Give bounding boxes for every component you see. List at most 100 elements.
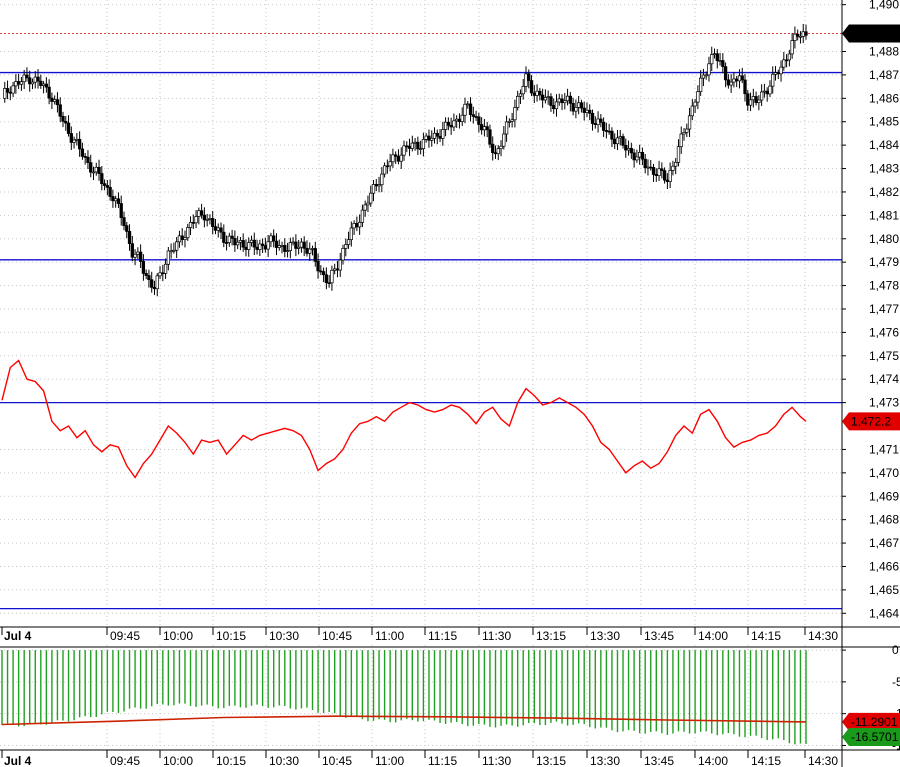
candle-body: [344, 244, 348, 249]
candle-body: [571, 103, 575, 112]
candle-body: [41, 83, 46, 86]
candle-body: [366, 202, 370, 206]
candle-body: [685, 128, 689, 133]
candle-body: [236, 241, 240, 246]
candle-body: [360, 209, 365, 223]
y-tick-label: 1,467: [869, 536, 899, 550]
candle-body: [357, 221, 362, 228]
candle-body: [773, 72, 778, 75]
candle-body: [64, 120, 68, 124]
candle-body: [618, 136, 622, 139]
candle-body: [244, 246, 248, 250]
candle-body: [704, 74, 708, 77]
candle-body: [757, 99, 761, 103]
candle-body: [449, 125, 453, 128]
candle-body: [418, 148, 423, 150]
candle-body: [479, 124, 484, 131]
candle-body: [399, 154, 403, 162]
candle-body: [50, 97, 54, 102]
candle-body: [499, 145, 503, 150]
candle-body: [698, 77, 703, 92]
candle-body: [743, 79, 747, 95]
candle-body: [491, 143, 495, 153]
y-tick-label: 1,478: [869, 279, 899, 293]
candle-body: [33, 76, 37, 83]
candle-body: [285, 250, 290, 252]
candle-body: [615, 137, 620, 145]
candle-body: [197, 210, 201, 217]
candle-body: [233, 238, 237, 246]
candle-body: [790, 40, 794, 55]
candle-body: [266, 241, 270, 250]
candle-body: [665, 179, 670, 182]
candle-body: [729, 81, 733, 86]
candle-body: [701, 74, 706, 79]
candle-body: [407, 145, 412, 149]
candle-body: [748, 99, 753, 106]
candle-body: [626, 148, 631, 151]
y-tick-label: 1,486: [869, 91, 899, 105]
x-tick-label: 11:00: [375, 754, 404, 767]
candle-body: [568, 95, 572, 104]
candle-body: [621, 136, 625, 146]
candle-body: [804, 31, 808, 36]
candle-body: [163, 263, 168, 274]
candle-body: [674, 162, 678, 167]
candle-body: [493, 152, 498, 155]
candle-body: [590, 112, 595, 124]
candle-body: [338, 259, 342, 271]
y-tick-label: 1,466: [869, 559, 899, 573]
candle-body: [721, 60, 725, 67]
candle-body: [294, 241, 298, 249]
candle-body: [468, 103, 473, 115]
candle-body: [413, 141, 417, 144]
ind-y-tick-label: 0: [892, 643, 899, 657]
candle-body: [732, 78, 736, 83]
x-tick-label: 11:30: [482, 754, 511, 767]
candle-body: [341, 248, 345, 261]
candle-body: [138, 251, 143, 262]
candle-body: [577, 102, 581, 108]
candle-body: [474, 116, 478, 118]
candle-body: [588, 109, 592, 114]
candle-body: [582, 107, 586, 113]
candle-body: [455, 118, 459, 122]
candle-body: [5, 88, 10, 93]
candle-body: [102, 183, 107, 186]
x-tick-label: 10:45: [322, 629, 352, 643]
candle-body: [119, 203, 123, 218]
candle-body: [8, 91, 12, 94]
candle-body: [466, 103, 470, 106]
candle-body: [593, 123, 597, 125]
candle-body: [596, 118, 600, 125]
candle-body: [199, 210, 204, 216]
candle-body: [421, 139, 426, 149]
candle-body: [377, 184, 381, 187]
x-tick-label: 14:00: [698, 629, 728, 643]
y-tick-label: 1,485: [869, 115, 899, 129]
candle-body: [405, 145, 409, 148]
x-tick-label: 13:45: [644, 754, 674, 767]
candle-body: [693, 101, 697, 107]
candle-body: [543, 97, 548, 101]
candle-body: [3, 88, 7, 99]
y-tick-label: 1,490: [869, 0, 899, 12]
y-tick-label: 1,468: [869, 513, 899, 527]
candle-body: [269, 235, 273, 243]
candle-body: [310, 248, 315, 250]
candle-body: [529, 80, 534, 94]
candle-body: [488, 129, 492, 145]
candle-body: [175, 241, 179, 251]
red-series-tag: 1,472.2: [842, 412, 900, 431]
y-tick-label: 1,487: [869, 68, 899, 82]
candle-body: [668, 170, 672, 182]
candle-body: [391, 154, 395, 163]
candle-body: [249, 239, 254, 243]
candle-body: [169, 250, 173, 253]
x-tick-label: 13:30: [590, 754, 620, 767]
candle-body: [55, 99, 60, 106]
candle-body: [147, 275, 151, 281]
ind-y-tick-label: -5: [892, 675, 900, 689]
candle-body: [150, 279, 154, 288]
x-tick-label: 10:45: [322, 754, 352, 767]
